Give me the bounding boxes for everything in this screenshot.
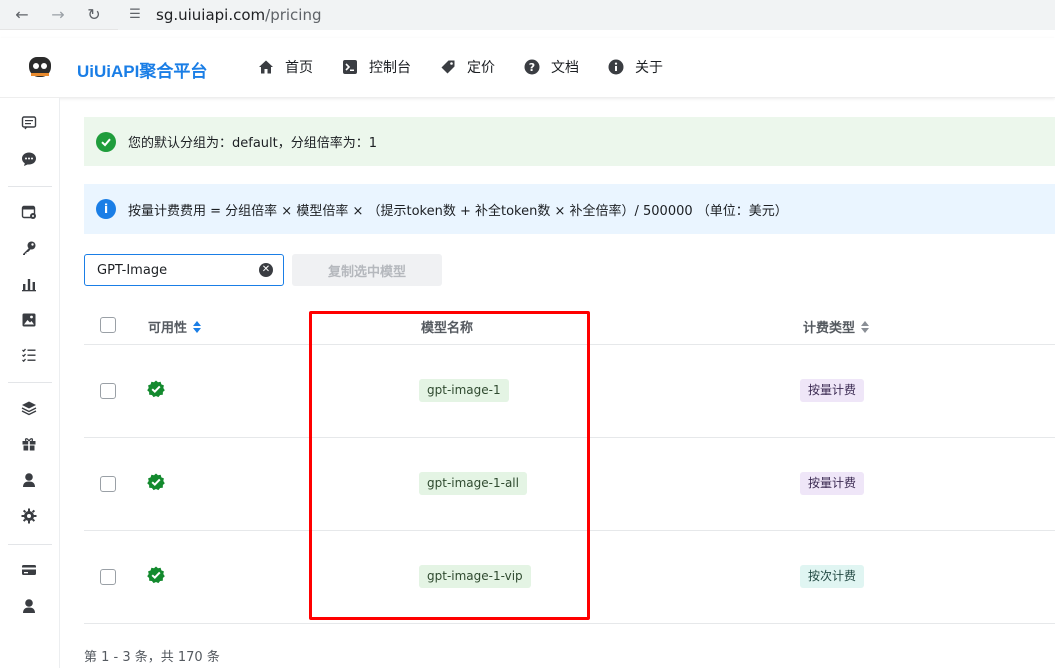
nav-console[interactable]: 控制台 bbox=[342, 57, 411, 77]
forward-arrow-icon[interactable]: → bbox=[48, 5, 68, 25]
highlight-box bbox=[309, 311, 590, 620]
key-icon[interactable] bbox=[20, 239, 38, 257]
billing-formula-text: 按量计费费用 = 分组倍率 × 模型倍率 × （提示token数 + 补全tok… bbox=[128, 203, 788, 219]
model-search-input[interactable] bbox=[97, 261, 257, 279]
available-badge-icon bbox=[147, 473, 165, 491]
calendar-settings-icon[interactable] bbox=[20, 203, 38, 221]
info-icon: i bbox=[96, 199, 116, 219]
url-text[interactable]: sg.uiuiapi.com/pricing bbox=[156, 6, 322, 24]
row-checkbox[interactable] bbox=[100, 383, 116, 399]
sort-icon[interactable] bbox=[193, 320, 202, 333]
pagination-summary: 第 1 - 3 条，共 170 条 bbox=[84, 650, 220, 665]
brand-name[interactable]: UiUiAPI聚合平台 bbox=[77, 57, 207, 82]
sidebar-divider bbox=[8, 544, 52, 545]
billing-type-column-header[interactable]: 计费类型 bbox=[803, 317, 870, 336]
available-badge-icon bbox=[147, 566, 165, 584]
default-group-banner: 您的默认分组为：default，分组倍率为：1 bbox=[84, 117, 1055, 166]
nav-pricing[interactable]: 定价 bbox=[440, 57, 495, 77]
check-circle-icon bbox=[96, 131, 116, 152]
settings-gear-icon[interactable] bbox=[20, 507, 38, 525]
nav-home[interactable]: 首页 bbox=[258, 57, 313, 77]
billing-formula-banner: i 按量计费费用 = 分组倍率 × 模型倍率 × （提示token数 + 补全t… bbox=[84, 184, 1055, 234]
profile-icon[interactable] bbox=[20, 597, 38, 615]
top-nav: 首页 控制台 定价 ? 文档 关于 bbox=[258, 57, 692, 77]
site-settings-icon[interactable]: ☰ bbox=[126, 6, 144, 24]
sidebar bbox=[0, 98, 60, 668]
availability-column-header[interactable]: 可用性 bbox=[148, 317, 202, 336]
user-icon[interactable] bbox=[20, 471, 38, 489]
row-checkbox[interactable] bbox=[100, 476, 116, 492]
chat-bubble-icon[interactable] bbox=[20, 150, 38, 168]
brand-logo[interactable] bbox=[26, 53, 54, 81]
billing-type-tag: 按量计费 bbox=[800, 379, 865, 402]
task-list-icon[interactable] bbox=[20, 346, 38, 364]
row-checkbox[interactable] bbox=[100, 569, 116, 585]
clear-search-icon[interactable]: ✕ bbox=[259, 263, 273, 277]
model-search-box[interactable]: ✕ bbox=[84, 254, 284, 286]
browser-toolbar: ← → ↻ ☰ sg.uiuiapi.com/pricing bbox=[0, 0, 1055, 30]
svg-text:?: ? bbox=[529, 61, 535, 74]
info-circle-icon bbox=[608, 59, 624, 75]
home-icon bbox=[258, 59, 274, 75]
sidebar-divider bbox=[8, 382, 52, 383]
sidebar-divider bbox=[8, 186, 52, 187]
reload-icon[interactable]: ↻ bbox=[84, 5, 104, 25]
help-circle-icon: ? bbox=[524, 59, 540, 75]
terminal-icon bbox=[342, 59, 358, 75]
default-group-text: 您的默认分组为：default，分组倍率为：1 bbox=[128, 136, 378, 151]
chat-list-icon[interactable] bbox=[20, 114, 38, 132]
billing-type-tag: 按量计费 bbox=[800, 472, 865, 495]
back-arrow-icon[interactable]: ← bbox=[12, 5, 32, 25]
price-tag-icon bbox=[440, 59, 456, 75]
select-all-checkbox[interactable] bbox=[100, 317, 116, 333]
available-badge-icon bbox=[147, 380, 165, 398]
layers-icon[interactable] bbox=[20, 399, 38, 417]
sort-icon[interactable] bbox=[861, 320, 870, 333]
image-icon[interactable] bbox=[20, 311, 38, 329]
address-bar[interactable]: ☰ sg.uiuiapi.com/pricing bbox=[118, 0, 1055, 30]
gift-icon[interactable] bbox=[20, 435, 38, 453]
credit-card-icon[interactable] bbox=[20, 561, 38, 579]
app-header: UiUiAPI聚合平台 首页 控制台 定价 ? 文档 关于 bbox=[0, 38, 1055, 98]
billing-type-tag: 按次计费 bbox=[800, 565, 865, 588]
nav-docs[interactable]: ? 文档 bbox=[524, 57, 579, 77]
copy-selected-models-button[interactable]: 复制选中模型 bbox=[292, 254, 442, 286]
bar-chart-icon[interactable] bbox=[20, 275, 38, 293]
nav-about[interactable]: 关于 bbox=[608, 57, 663, 77]
